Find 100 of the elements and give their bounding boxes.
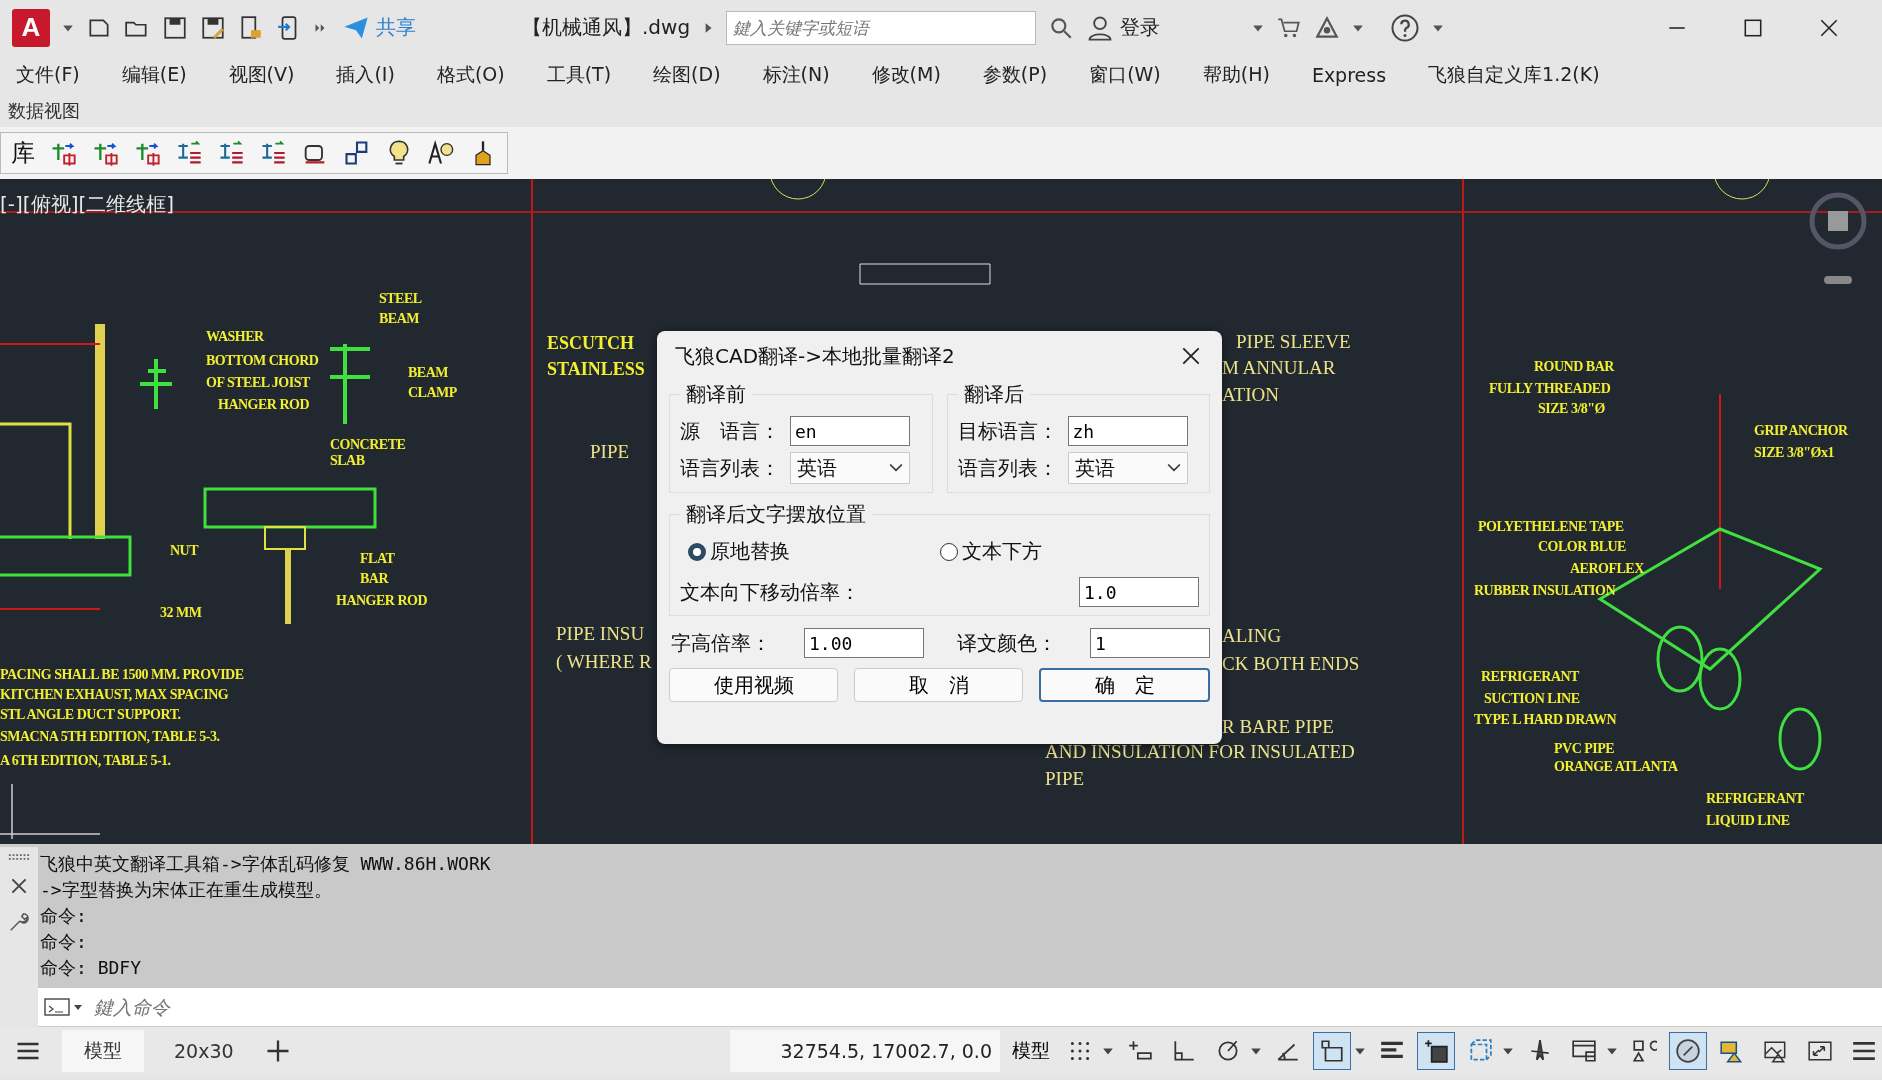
drawing-label: STAINLESS — [547, 359, 645, 380]
triangle-logo-icon[interactable] — [1314, 14, 1341, 41]
terminal-icon[interactable] — [44, 997, 84, 1017]
drawing-label: ROUND BAR — [1534, 359, 1614, 375]
group-title: 翻译后文字摆放位置 — [685, 501, 867, 528]
help-icon[interactable] — [1390, 12, 1421, 43]
drawing-label: HANGER ROD — [218, 397, 310, 413]
drawing-label: 32 MM — [160, 605, 202, 621]
drawing-label: R BARE PIPE — [1222, 716, 1334, 738]
drawing-label: WASHER — [206, 329, 264, 345]
menu-item[interactable]: 绘图(D) — [653, 62, 721, 88]
drawing-label: PIPE SLEEVE — [1236, 331, 1351, 353]
drawing-label: PVC PIPE — [1554, 741, 1615, 757]
drawing-label: RUBBER INSULATION — [1474, 583, 1615, 599]
app-logo[interactable]: A — [12, 8, 50, 47]
drawing-label: AND INSULATION FOR INSULATED — [1045, 741, 1355, 763]
menu-item[interactable]: 视图(V) — [228, 62, 295, 88]
dialog-button[interactable]: 确 定 — [1039, 668, 1210, 702]
history-line: 命令: — [40, 930, 88, 954]
history-line: 命令: BDFY — [40, 956, 143, 980]
drawing-label: FULLY THREADED — [1489, 381, 1611, 397]
save-icon[interactable] — [162, 14, 188, 41]
drawing-label: ATION — [1222, 384, 1279, 406]
grip-icon[interactable] — [8, 853, 30, 861]
menu-item[interactable]: 修改(M) — [871, 62, 941, 88]
arc-shape — [1713, 179, 1771, 200]
drawing-label: HANGER ROD — [336, 593, 428, 609]
dialog-button[interactable]: 使用视频 — [669, 668, 838, 702]
drawing-label: GRIP ANCHOR — [1754, 423, 1848, 439]
menu-item[interactable]: 插入(I) — [336, 62, 395, 88]
language-dropdown[interactable]: 英语 — [790, 452, 910, 484]
chevron-icon — [1166, 463, 1181, 473]
drawing-canvas[interactable] — [0, 179, 1882, 844]
drawing-label: ORANGE ATLANTA — [1554, 759, 1678, 775]
field-label: 源 语言： — [680, 417, 780, 445]
drawing-label: STL ANGLE DUCT SUPPORT. — [0, 707, 181, 723]
radio-option[interactable]: 原地替换 — [688, 538, 790, 565]
menu-item[interactable]: 参数(P) — [982, 62, 1048, 88]
menu-item[interactable]: Express — [1311, 64, 1387, 86]
color-field[interactable]: 1 — [1090, 628, 1210, 658]
document-icon[interactable] — [238, 14, 264, 41]
offset-field[interactable]: 1.0 — [1079, 577, 1199, 607]
history-line: 飞狼中英文翻译工具箱->字体乱码修复 WWW.86H.WORK — [40, 852, 492, 876]
osnap-icon[interactable] — [1314, 1033, 1350, 1069]
menu-item[interactable]: 格式(O) — [436, 62, 505, 88]
menu-item[interactable]: 飞狼自定义库1.2(K) — [1428, 62, 1600, 88]
menu-item[interactable]: 窗口(W) — [1089, 62, 1161, 88]
menu-item[interactable]: 工具(T) — [546, 62, 612, 88]
drawing-label: POLYETHELENE TAPE — [1478, 519, 1624, 535]
viewport-label[interactable]: [-][俯视][二维线框] — [0, 191, 175, 218]
layout-tab[interactable]: 模型 — [62, 1030, 144, 1072]
drawing-label: LIQUID LINE — [1706, 813, 1790, 829]
hanger-rod-drawing — [138, 357, 174, 411]
drawing-label: KITCHEN EXHAUST, MAX SPACING — [0, 687, 229, 703]
search-field[interactable]: 鍵入关键字或短语 — [726, 10, 1037, 45]
field-label: 文本向下移动倍率： — [680, 578, 860, 606]
dialog-button[interactable]: 取 消 — [854, 668, 1023, 702]
drawing-label: CLAMP — [408, 385, 457, 401]
menu-item[interactable]: 数据视图 — [8, 99, 80, 123]
close-icon[interactable] — [1180, 345, 1202, 367]
drawing-label: SIZE 3/8"Ø — [1538, 401, 1605, 417]
drawing-label: FLAT — [360, 551, 395, 567]
dialog-title: 飞狼CAD翻译->本地批量翻译2 — [675, 342, 955, 370]
drawing-label: COLOR BLUE — [1538, 539, 1626, 555]
field-label: 字高倍率： — [671, 629, 771, 657]
drawing-label: STEEL — [379, 291, 422, 307]
menu-item[interactable]: 文件(F) — [16, 62, 80, 88]
drawing-label: PACING SHALL BE 1500 MM. PROVIDE — [0, 667, 244, 683]
hardware-icon[interactable] — [1670, 1033, 1706, 1069]
ucs-icon — [0, 783, 101, 840]
height-field[interactable]: 1.00 — [804, 628, 924, 658]
menu-item[interactable]: 标注(N) — [762, 62, 830, 88]
drawing-label: CK BOTH ENDS — [1222, 653, 1360, 675]
language-dropdown[interactable]: 英语 — [1067, 452, 1188, 484]
sign-in-button[interactable]: 登录 — [1086, 13, 1161, 42]
history-line: ->字型替换为宋体正在重生成模型。 — [40, 878, 333, 902]
drawing-label: REFRIGERANT — [1706, 791, 1804, 807]
model-space-button[interactable]: 模型 — [1008, 1030, 1054, 1072]
menu-item[interactable]: 编辑(E) — [121, 62, 187, 88]
transparency-icon[interactable] — [1418, 1033, 1454, 1069]
language-field[interactable]: en — [790, 416, 910, 446]
drawing-label: SLAB — [330, 453, 365, 469]
text-bulb-icon[interactable] — [427, 139, 455, 167]
language-field[interactable]: zh — [1067, 416, 1188, 446]
save-as-icon[interactable] — [200, 14, 226, 41]
document-title: 【机械通风】.dwg — [522, 14, 691, 41]
drawing-label: PIPE INSU — [556, 623, 645, 645]
drawing-label: TYPE L HARD DRAWN — [1474, 712, 1616, 728]
drawing-label: PIPE — [590, 441, 630, 463]
drawing-label: ESCUTCH — [547, 333, 635, 354]
radio-option[interactable]: 文本下方 — [940, 538, 1042, 565]
drawing-label: SIZE 3/8"Øx1 — [1754, 445, 1834, 461]
menu-item[interactable]: 帮助(H) — [1202, 62, 1270, 88]
drawing-label: A 6TH EDITION, TABLE 5-1. — [0, 753, 171, 769]
library-button[interactable]: 库 — [11, 137, 35, 169]
layout-tab[interactable]: 20x30 — [152, 1032, 256, 1070]
field-label: 语言列表： — [680, 454, 780, 482]
drawing-label: BEAM — [379, 311, 419, 327]
wrench-icon[interactable] — [8, 911, 30, 933]
arc-shape — [769, 179, 827, 200]
